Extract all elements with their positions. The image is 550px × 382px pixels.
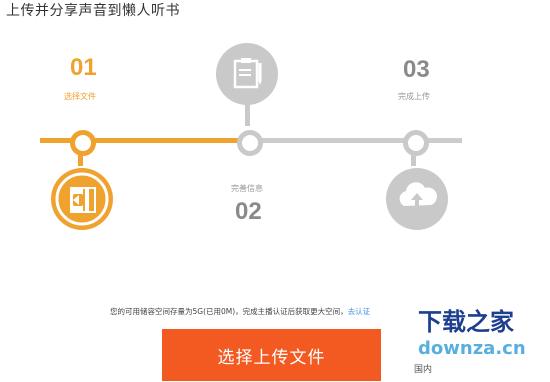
step-3-label: 完成上传	[398, 92, 430, 101]
verify-link[interactable]: 去认证	[348, 307, 371, 316]
step-2-number: 02	[235, 198, 262, 225]
step-2-label: 完善信息	[231, 184, 263, 193]
step-2-node	[237, 130, 263, 156]
storage-notice-text: 您的可用储容空间存量为5G(已用0M)，完成主播认证后获取更大空间，	[110, 307, 348, 316]
downza-watermark-logo: 下载之家 downza.cn	[412, 302, 550, 378]
step-1-node	[70, 130, 96, 156]
step-1-number: 01	[70, 54, 97, 81]
step-3-number: 03	[403, 56, 430, 83]
step-2-connector	[245, 104, 250, 126]
page-title: 上传并分享声音到懒人听书	[6, 3, 180, 19]
clipboard-edit-icon	[216, 43, 278, 105]
step-3-node	[403, 130, 429, 156]
svg-text:downza.cn: downza.cn	[418, 338, 526, 359]
svg-text:下载之家: 下载之家	[418, 308, 514, 336]
step-1-label: 选择文件	[64, 92, 96, 101]
upload-file-icon	[51, 168, 113, 230]
select-upload-file-button[interactable]: 选择上传文件	[162, 329, 381, 381]
cloud-upload-icon	[386, 168, 448, 230]
storage-notice: 您的可用储容空间存量为5G(已用0M)，完成主播认证后获取更大空间，去认证	[110, 306, 370, 317]
